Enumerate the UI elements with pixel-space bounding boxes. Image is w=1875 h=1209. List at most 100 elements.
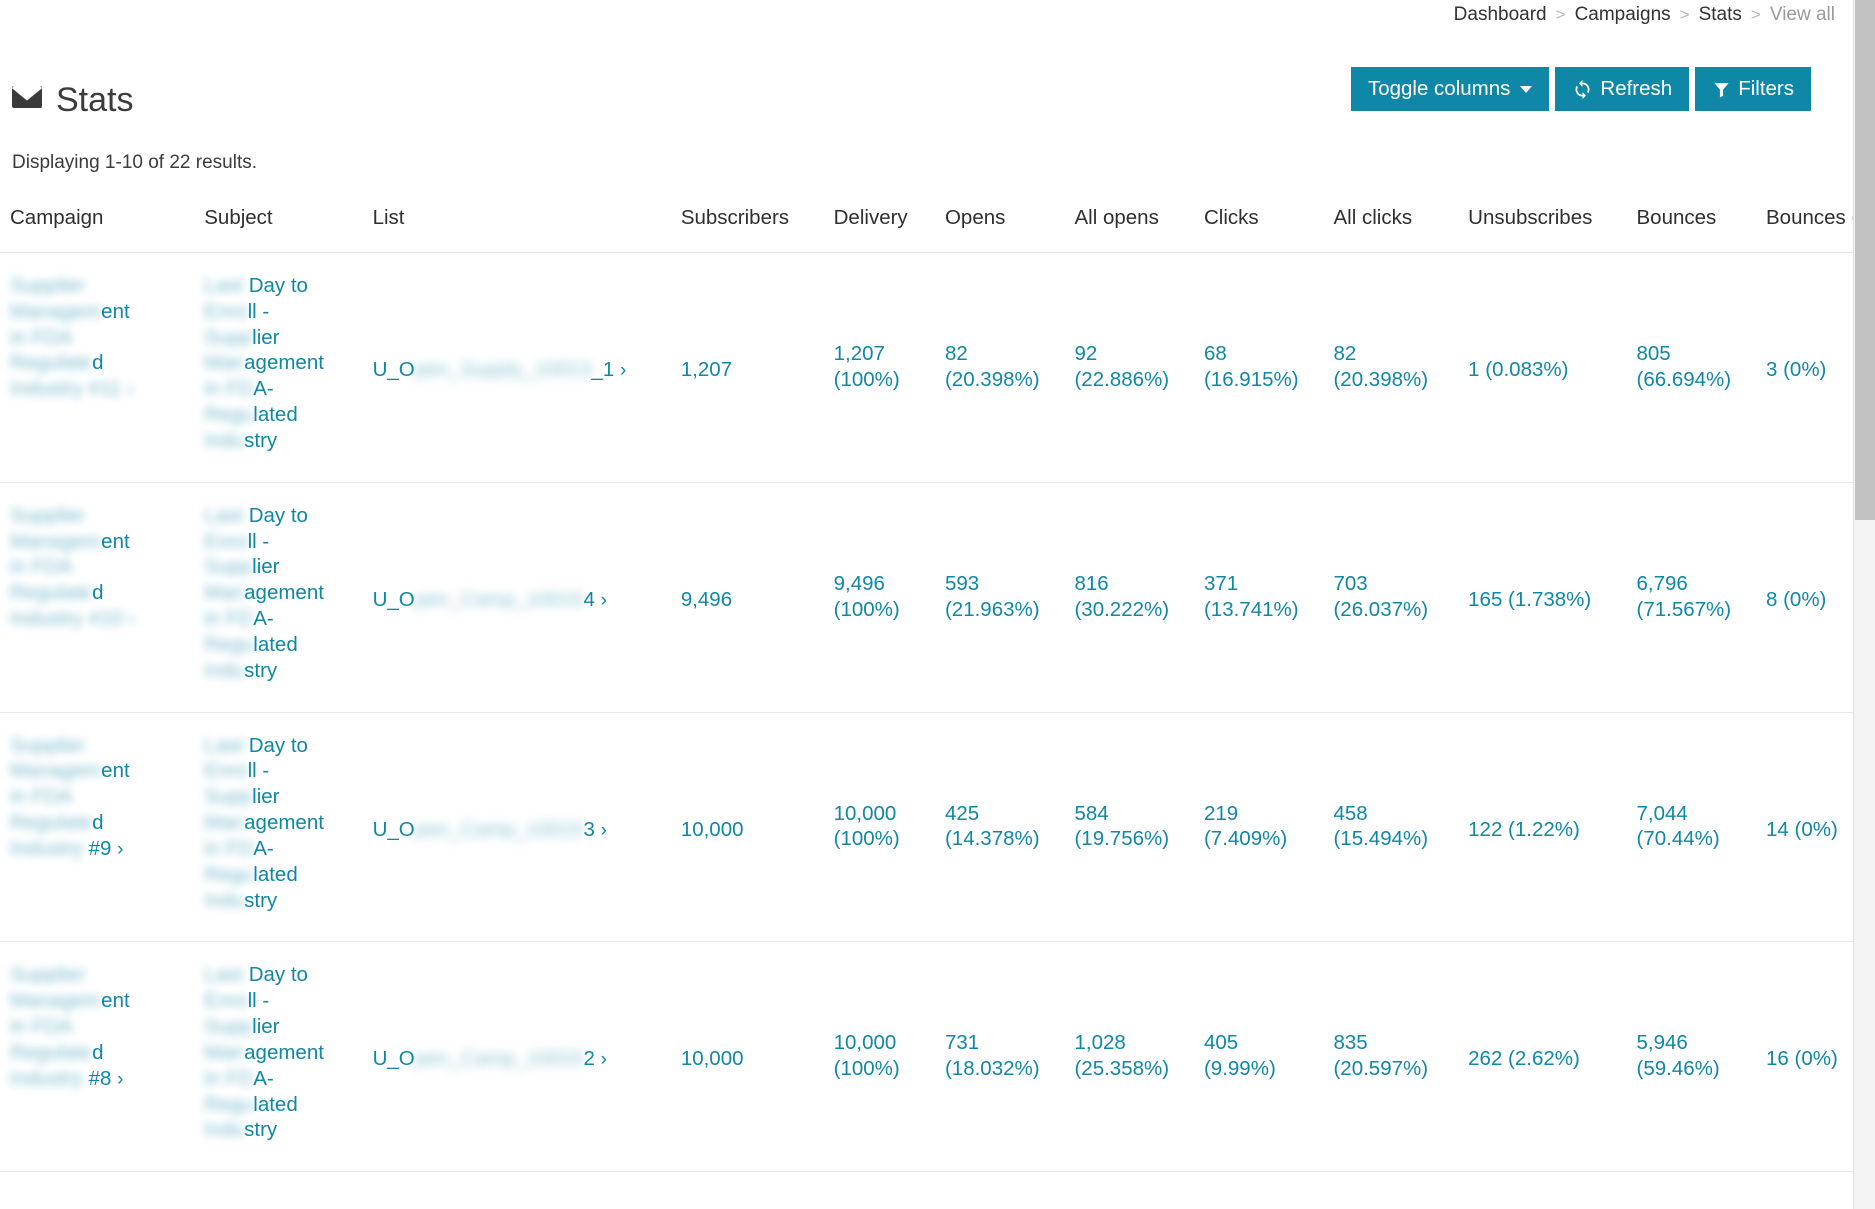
list-link[interactable]: U_Open_Supply_10013_1 › [373,358,627,381]
subject-cell[interactable]: Last Day to Enroll - Supplier Management in … [194,941,363,1173]
breadcrumb-item-campaigns[interactable]: Campaigns [1575,4,1671,26]
delivery-cell: 10,000 (100%) [823,941,935,1173]
subject-link[interactable]: Last Day to Enroll - Supplier Management in … [204,504,324,682]
list-prefix: U_O [372,817,415,841]
stats-table-head: Campaign Subject List Subscribers Delive… [0,196,1853,253]
column-header-bounces[interactable]: Bounces [1626,196,1756,253]
campaign-number: #11 › [88,377,134,401]
column-header-subject[interactable]: Subject [194,196,363,253]
subject-text-redacted: Last [204,733,243,757]
all-opens-cell: 92 (22.886%) [1064,252,1194,483]
all-clicks-value: 458 [1333,801,1368,825]
subject-text-redacted: Indu [204,658,245,682]
campaign-text-redacted: Supplier [10,963,86,987]
campaign-text-redacted: Industry [10,1066,83,1090]
opens-cell: 731 (18.032%) [934,941,1065,1173]
subject-text-redacted: Enro [204,989,248,1013]
delivery-value: 1,207 [833,342,885,365]
campaign-link[interactable]: Supplier Management in FDA Regulated Industr… [10,734,130,860]
list-cell[interactable]: U_Open_Supply_10013_1 › [362,252,671,483]
delivery-value: 9,496 [833,571,885,595]
list-cell[interactable]: U_Open_Camp_100154 › [362,482,671,713]
campaign-link[interactable]: Supplier Management in FDA Regulated Industr… [10,963,130,1089]
opens-value: 425 [944,801,980,825]
clicks-cell: 68 (16.915%) [1193,252,1324,483]
delivery-percent: (100%) [833,597,900,621]
table-row[interactable]: Supplier Management in FDA Regulated Industr… [0,712,1853,943]
list-text-redacted: pen_Camp_10015 [414,817,584,841]
campaign-link[interactable]: Supplier Management in FDA Regulated Industr… [10,504,135,630]
subject-text-redacted: in FD [204,836,254,860]
column-header-unsubscribes[interactable]: Unsubscribes [1458,196,1627,253]
campaign-cell[interactable]: Supplier Management in FDA Regulated Industr… [0,941,195,1173]
column-header-subscribers[interactable]: Subscribers [670,196,824,253]
stats-table-container[interactable]: Campaign Subject List Subscribers Delive… [0,196,1853,1209]
campaign-link[interactable]: Supplier Management in FDA Regulated Industr… [10,274,134,400]
column-header-delivery[interactable]: Delivery [823,196,935,253]
column-header-all-opens[interactable]: All opens [1064,196,1194,253]
breadcrumb-item-dashboard[interactable]: Dashboard [1454,4,1547,26]
subject-link[interactable]: Last Day to Enroll - Supplier Management in … [204,734,324,912]
table-row[interactable]: Supplier Management in FDA Regulated Industr… [0,252,1853,483]
refresh-icon [1572,79,1593,100]
column-header-opens[interactable]: Opens [934,196,1065,253]
list-cell[interactable]: U_Open_Camp_100153 › [362,712,671,943]
subject-cell[interactable]: Last Day to Enroll - Supplier Management in … [194,252,363,483]
campaign-cell[interactable]: Supplier Management in FDA Regulated Industr… [0,712,195,943]
bounces-cell: 5,946 (59.46%) [1626,941,1756,1173]
all-clicks-cell: 82 (20.398%) [1323,252,1459,483]
all-opens-cell: 584 (19.756%) [1064,712,1194,943]
toggle-columns-label: Toggle columns [1367,76,1511,100]
table-row[interactable]: Supplier Management in FDA Regulated Industr… [0,941,1853,1173]
opens-cell: 425 (14.378%) [934,712,1065,943]
bounces-soft-cell: 14 (0%) [1756,712,1853,943]
list-link[interactable]: U_Open_Camp_100153 › [373,818,607,841]
bounces-percent: (71.567%) [1636,597,1732,621]
breadcrumb-item-stats[interactable]: Stats [1699,4,1742,26]
list-link[interactable]: U_Open_Camp_100152 › [373,1047,607,1070]
column-header-clicks[interactable]: Clicks [1193,196,1324,253]
opens-cell: 593 (21.963%) [934,482,1065,713]
campaign-text-redacted: Supplier [10,733,86,757]
list-link[interactable]: U_Open_Camp_100154 › [373,588,607,611]
all-opens-value: 92 [1074,342,1098,365]
clicks-cell: 219 (7.409%) [1193,712,1324,943]
subject-link[interactable]: Last Day to Enroll - Supplier Management in … [204,963,324,1141]
subject-text-redacted: in FD [204,607,254,631]
scrollbar-thumb[interactable] [1855,0,1875,520]
column-header-list[interactable]: List [362,196,671,253]
campaign-text-redacted: Regulate [10,581,93,605]
table-row[interactable]: Supplier Management in FDA Regulated Industr… [0,482,1853,713]
opens-value: 82 [944,342,968,365]
subject-link[interactable]: Last Day to Enroll - Supplier Management in … [204,274,324,452]
subject-text-redacted: Indu [204,428,245,452]
breadcrumb-separator: > [1750,5,1761,24]
bounces-soft-cell: 16 (0%) [1756,941,1853,1173]
subject-text-redacted: Supp [204,325,253,349]
all-opens-cell: 1,028 (25.358%) [1064,941,1194,1173]
column-header-all-clicks[interactable]: All clicks [1323,196,1459,253]
all-clicks-cell: 458 (15.494%) [1323,712,1459,943]
subject-text-redacted: Man [204,351,245,375]
vertical-scrollbar[interactable] [1853,0,1875,1209]
bounces-cell: 805 (66.694%) [1626,252,1756,483]
column-header-bounces-s[interactable]: Bounces (S) [1756,196,1853,253]
page-title-group: Stats [11,60,133,140]
filters-button[interactable]: Filters [1695,67,1811,111]
unsubscribes-cell: 165 (1.738%) [1458,482,1627,713]
toggle-columns-button[interactable]: Toggle columns [1350,67,1550,111]
refresh-button[interactable]: Refresh [1555,67,1690,111]
clicks-value: 405 [1203,1031,1239,1055]
campaign-number: #8 › [88,1066,124,1090]
all-opens-percent: (19.756%) [1074,827,1170,851]
campaign-text-redacted: Regulate [10,1040,93,1064]
subject-cell[interactable]: Last Day to Enroll - Supplier Management in … [194,482,363,713]
opens-value: 593 [944,571,980,595]
delivery-value: 10,000 [833,801,897,825]
campaign-cell[interactable]: Supplier Management in FDA Regulated Industr… [0,252,195,483]
campaign-cell[interactable]: Supplier Management in FDA Regulated Industr… [0,482,195,713]
subject-text-redacted: Supp [204,555,253,579]
list-cell[interactable]: U_Open_Camp_100152 › [362,941,671,1173]
subject-cell[interactable]: Last Day to Enroll - Supplier Management in … [194,712,363,943]
column-header-campaign[interactable]: Campaign [0,196,195,253]
